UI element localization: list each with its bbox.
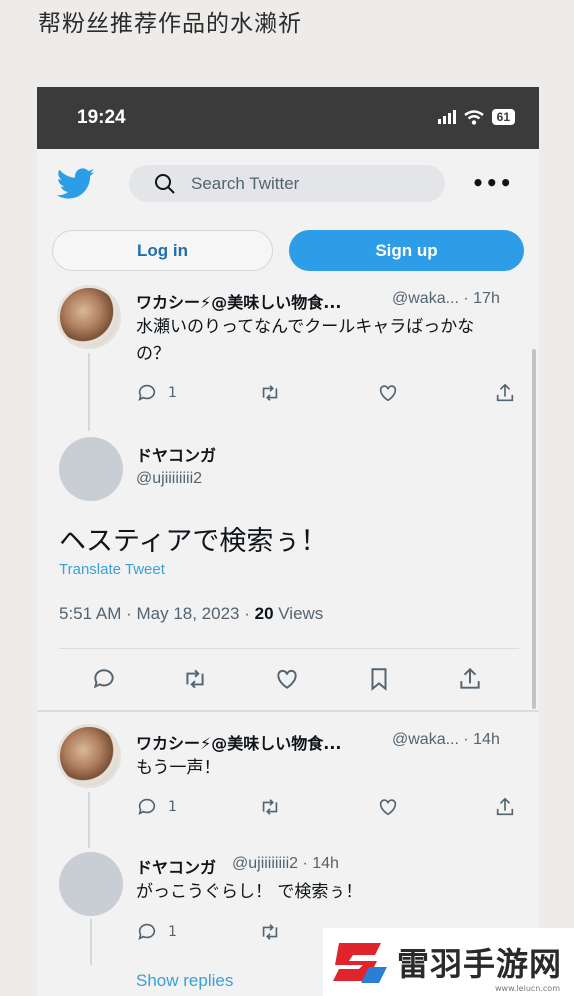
main-tweet-actions — [91, 666, 491, 692]
views-count: 20 — [254, 604, 274, 623]
retweet-button[interactable] — [259, 382, 281, 404]
reply-button[interactable] — [91, 666, 117, 692]
tweet-author-handle[interactable]: @waka... · 17h — [392, 290, 500, 308]
share-button[interactable] — [494, 796, 516, 818]
heart-icon — [379, 799, 397, 816]
search-icon — [155, 173, 175, 194]
login-button[interactable]: Log in — [52, 230, 273, 271]
reply-icon — [138, 923, 156, 940]
reply-button[interactable]: 1 — [136, 382, 177, 404]
like-button[interactable] — [377, 796, 399, 818]
more-options-icon[interactable]: ••• — [472, 171, 513, 195]
tweet-author-handle[interactable]: @waka... · 14h — [392, 731, 500, 749]
reply-count: 1 — [168, 924, 177, 940]
phone-screen: 19:24 61 Search Twitter ••• Log in Sign … — [37, 87, 539, 996]
auth-buttons: Log in Sign up — [52, 230, 524, 272]
twitter-header: Search Twitter ••• — [37, 149, 539, 219]
tweet-author-name[interactable]: ワカシー⚡@美味しい物食... — [136, 289, 341, 313]
thread-line — [88, 792, 90, 848]
reply-button[interactable]: 1 — [136, 796, 177, 818]
thread-line — [88, 353, 90, 431]
reply-icon — [138, 384, 156, 401]
show-replies-link[interactable]: Show replies — [136, 971, 233, 991]
share-icon — [496, 797, 514, 816]
reply-icon — [93, 669, 114, 689]
wifi-icon — [463, 109, 484, 125]
watermark-url: www.leiucn.com — [495, 984, 560, 993]
tweet-author-handle[interactable]: @ujiiiiiiii2 · 14h — [232, 855, 339, 873]
avatar[interactable] — [59, 437, 123, 501]
divider — [59, 648, 519, 649]
watermark-text: 雷羽手游网 — [397, 945, 563, 983]
signal-icon — [437, 110, 456, 124]
heart-icon — [277, 669, 297, 689]
heart-icon — [379, 385, 397, 402]
tweet-text: 水瀬いのりってなんでクールキャラばっかなの？ — [136, 317, 475, 364]
share-button[interactable] — [494, 382, 516, 404]
signup-button[interactable]: Sign up — [289, 230, 524, 271]
search-placeholder: Search Twitter — [191, 173, 300, 193]
avatar[interactable] — [59, 852, 123, 916]
retweet-button[interactable] — [259, 921, 281, 943]
retweet-icon — [262, 924, 278, 940]
bookmark-icon — [371, 668, 387, 691]
retweet-button[interactable] — [259, 796, 281, 818]
share-button[interactable] — [457, 666, 483, 692]
reply-button[interactable]: 1 — [136, 921, 177, 943]
share-icon — [496, 383, 514, 402]
main-tweet-text: ヘスティアで検索ぅ！ — [59, 526, 328, 557]
tweet-author-handle[interactable]: @ujiiiiiiii2 — [136, 470, 202, 488]
tweet-timestamp: 5:51 AM · May 18, 2023 · — [59, 604, 255, 623]
status-bar: 19:24 61 — [37, 87, 539, 149]
avatar[interactable] — [57, 285, 121, 349]
search-input[interactable]: Search Twitter — [129, 165, 445, 202]
retweet-icon — [186, 669, 204, 689]
retweet-icon — [262, 799, 278, 815]
site-watermark: 雷羽手游网 www.leiucn.com — [323, 928, 574, 996]
scrollbar[interactable] — [532, 349, 536, 709]
like-button[interactable] — [377, 382, 399, 404]
twitter-bird-icon[interactable] — [57, 167, 95, 201]
reply-count: 1 — [168, 799, 177, 815]
watermark-logo-icon — [333, 943, 387, 983]
reply-icon — [138, 798, 156, 815]
retweet-button[interactable] — [182, 666, 208, 692]
bookmark-button[interactable] — [366, 666, 392, 692]
tweet-actions: 1 — [136, 382, 518, 408]
share-icon — [460, 667, 480, 689]
divider — [37, 710, 539, 712]
thread-line — [90, 919, 92, 965]
battery-icon: 61 — [491, 109, 515, 125]
translate-tweet-link[interactable]: Translate Tweet — [59, 561, 165, 578]
tweet-author-name[interactable]: ワカシー⚡@美味しい物食... — [136, 730, 341, 754]
tweet-text: がっこうぐらし！ で検索ぅ！ — [136, 882, 363, 902]
status-time: 19:24 — [77, 107, 126, 128]
like-button[interactable] — [274, 666, 300, 692]
retweet-icon — [262, 385, 278, 401]
tweet-meta: 5:51 AM · May 18, 2023 · 20 Views — [59, 604, 323, 624]
tweet-author-name[interactable]: ドヤコンガ — [136, 854, 216, 878]
views-label: Views — [273, 604, 324, 623]
tweet-text: もう一声！ — [136, 758, 221, 778]
status-icons: 61 — [437, 109, 515, 125]
tweet-author-name[interactable]: ドヤコンガ — [136, 442, 216, 466]
avatar[interactable] — [57, 724, 121, 788]
reply-count: 1 — [168, 385, 177, 401]
page-title: 帮粉丝推荐作品的水濑祈 — [38, 11, 302, 37]
tweet-actions: 1 — [136, 796, 518, 822]
